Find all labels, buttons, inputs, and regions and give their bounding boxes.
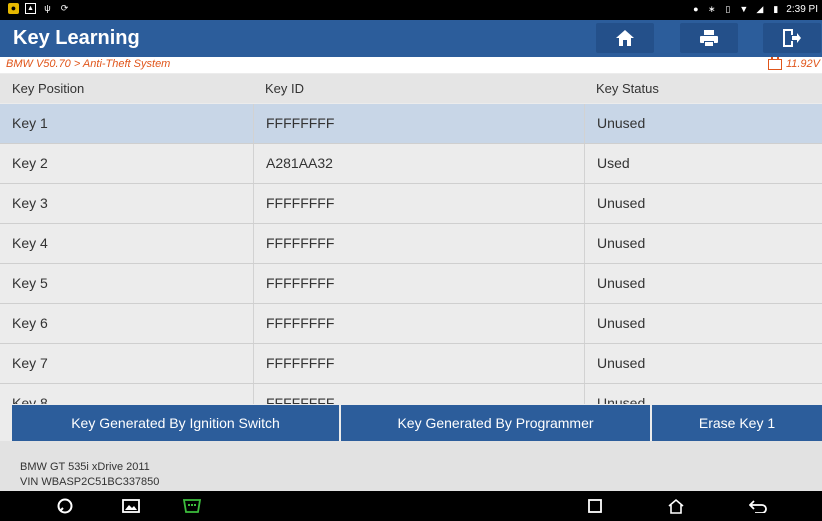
erase-key-button[interactable]: Erase Key 1 bbox=[652, 405, 822, 441]
diagnostic-connector-icon[interactable] bbox=[182, 496, 202, 516]
home-nav-icon[interactable] bbox=[666, 496, 686, 516]
key-generated-by-ignition-switch-button[interactable]: Key Generated By Ignition Switch bbox=[12, 405, 339, 441]
table-row[interactable]: Key 8 FFFFFFFF Unused bbox=[0, 384, 822, 404]
app-notification-icon: ● bbox=[8, 3, 19, 14]
vehicle-model: BMW GT 535i xDrive 2011 bbox=[20, 461, 150, 473]
table-row[interactable]: Key 7 FFFFFFFF Unused bbox=[0, 344, 822, 384]
bluetooth-icon: ∗ bbox=[708, 4, 716, 14]
page-title: Key Learning bbox=[13, 27, 140, 49]
home-icon bbox=[616, 30, 634, 46]
key-id-cell: FFFFFFFF bbox=[253, 384, 584, 404]
key-id-cell: FFFFFFFF bbox=[253, 224, 584, 263]
column-header-key-position: Key Position bbox=[12, 81, 85, 96]
table-row[interactable]: Key 3 FFFFFFFF Unused bbox=[0, 184, 822, 224]
key-status-cell: Unused bbox=[584, 344, 822, 383]
voltage-value: 11.92V bbox=[785, 58, 820, 70]
image-icon: ▲ bbox=[25, 3, 36, 14]
home-button[interactable] bbox=[596, 23, 654, 53]
table-row[interactable]: Key 6 FFFFFFFF Unused bbox=[0, 304, 822, 344]
key-id-cell: FFFFFFFF bbox=[253, 344, 584, 383]
clock: 2:39 PI bbox=[786, 4, 818, 15]
sync-icon: ⟳ bbox=[60, 3, 69, 13]
key-position-cell: Key 4 bbox=[12, 235, 48, 251]
print-icon bbox=[700, 29, 718, 47]
recent-apps-icon[interactable] bbox=[585, 496, 605, 516]
key-id-cell: FFFFFFFF bbox=[253, 104, 584, 143]
usb-icon: ψ bbox=[44, 3, 51, 13]
vibrate-icon: ▯ bbox=[725, 4, 731, 14]
location-icon: ● bbox=[693, 4, 699, 14]
key-generated-by-programmer-button[interactable]: Key Generated By Programmer bbox=[341, 405, 650, 441]
breadcrumb-path: BMW V50.70 > Anti-Theft System bbox=[6, 58, 171, 70]
status-bar: ● ▲ ψ ⟳ ● ∗ ▯ ▼ ◢ ▮ 2:39 PI bbox=[0, 0, 822, 20]
key-position-cell: Key 1 bbox=[12, 115, 48, 131]
battery-voltage: 11.92V bbox=[767, 56, 820, 70]
key-id-cell: FFFFFFFF bbox=[253, 304, 584, 343]
key-position-cell: Key 3 bbox=[12, 195, 48, 211]
column-header-key-id: Key ID bbox=[265, 81, 305, 96]
key-position-cell: Key 5 bbox=[12, 275, 48, 291]
navigation-bar bbox=[0, 491, 822, 521]
action-bar: Key Generated By Ignition Switch Key Gen… bbox=[12, 405, 822, 441]
key-position-cell: Key 7 bbox=[12, 355, 48, 371]
vehicle-info: BMW GT 535i xDrive 2011 VIN WBASP2C51BC3… bbox=[0, 441, 822, 491]
key-status-cell: Unused bbox=[584, 304, 822, 343]
key-status-cell: Unused bbox=[584, 264, 822, 303]
key-status-cell: Unused bbox=[584, 184, 822, 223]
key-id-cell: FFFFFFFF bbox=[253, 264, 584, 303]
column-header-key-status: Key Status bbox=[596, 81, 659, 96]
battery-icon: ▮ bbox=[773, 4, 779, 14]
title-bar: Key Learning bbox=[0, 20, 822, 57]
back-icon[interactable] bbox=[748, 496, 768, 516]
browser-icon[interactable] bbox=[55, 496, 75, 516]
table-row[interactable]: Key 1 FFFFFFFF Unused bbox=[0, 104, 822, 144]
table-row[interactable]: Key 5 FFFFFFFF Unused bbox=[0, 264, 822, 304]
key-position-cell: Key 2 bbox=[12, 155, 48, 171]
key-id-cell: FFFFFFFF bbox=[253, 184, 584, 223]
vehicle-vin: VIN WBASP2C51BC337850 bbox=[20, 476, 160, 488]
wifi-icon: ▼ bbox=[739, 4, 749, 14]
key-table: Key Position Key ID Key Status Key 1 FFF… bbox=[0, 74, 822, 404]
breadcrumb: BMW V50.70 > Anti-Theft System 11.92V bbox=[0, 56, 822, 73]
key-position-cell: Key 6 bbox=[12, 315, 48, 331]
key-status-cell: Used bbox=[584, 144, 822, 183]
exit-icon bbox=[783, 29, 801, 47]
key-status-cell: Unused bbox=[584, 384, 822, 404]
gallery-icon[interactable] bbox=[121, 496, 141, 516]
print-button[interactable] bbox=[680, 23, 738, 53]
exit-button[interactable] bbox=[763, 23, 821, 53]
car-battery-icon bbox=[767, 56, 782, 70]
table-row[interactable]: Key 2 A281AA32 Used bbox=[0, 144, 822, 184]
table-header: Key Position Key ID Key Status bbox=[0, 74, 822, 103]
key-status-cell: Unused bbox=[584, 104, 822, 143]
key-status-cell: Unused bbox=[584, 224, 822, 263]
table-row[interactable]: Key 4 FFFFFFFF Unused bbox=[0, 224, 822, 264]
key-id-cell: A281AA32 bbox=[253, 144, 584, 183]
key-position-cell: Key 8 bbox=[12, 395, 48, 404]
signal-icon: ◢ bbox=[756, 4, 764, 14]
